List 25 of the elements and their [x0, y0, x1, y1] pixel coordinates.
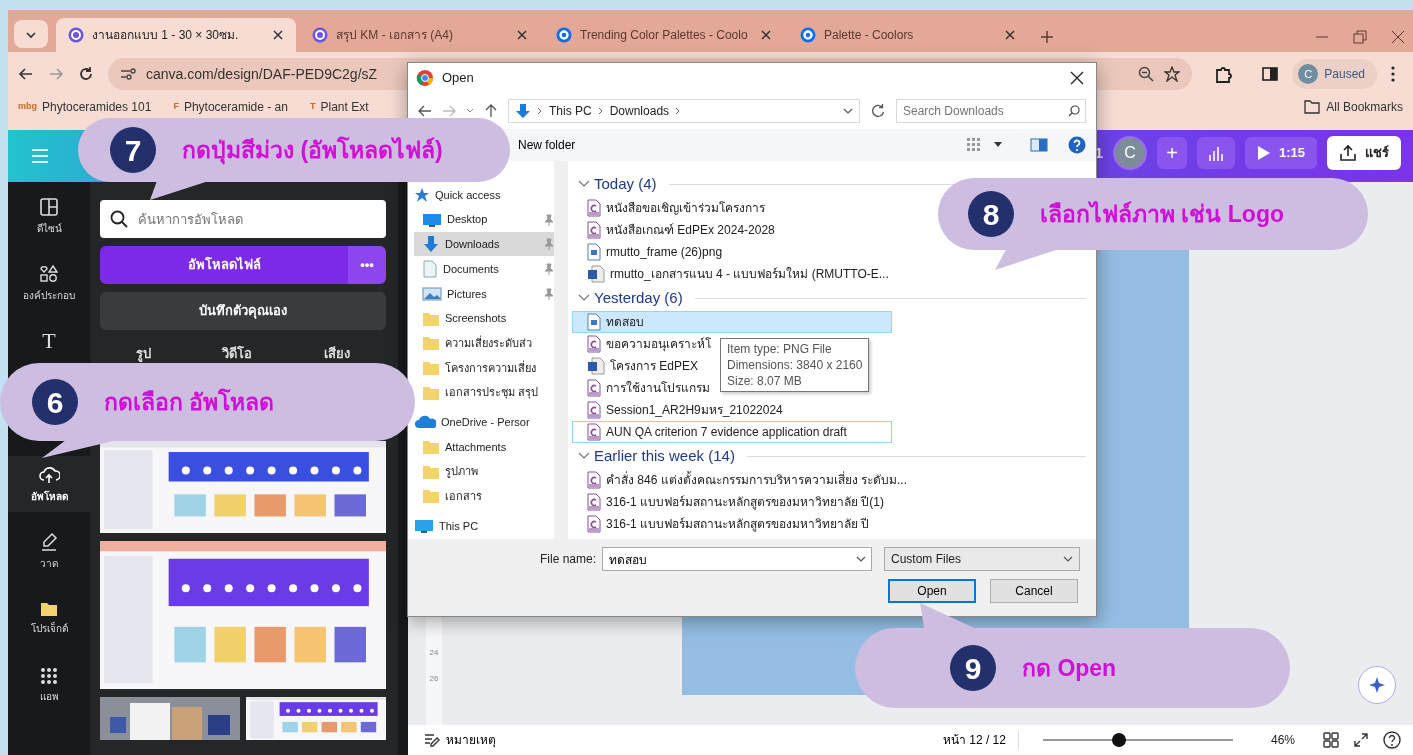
callout-text: เลือกไฟล์ภาพ เช่น Logo	[1040, 199, 1284, 229]
tooltip-line: Size: 8.07 MB	[727, 373, 803, 389]
profile-status: Paused	[1324, 66, 1365, 83]
tooltip-line: Item type: PNG File	[727, 341, 833, 357]
step-number: 7	[110, 127, 156, 173]
step-number: 6	[32, 379, 78, 425]
field-label: File name:	[539, 551, 596, 568]
callout-text: กดเลือก อัพโหลด	[104, 387, 275, 417]
zoom-percentage: 46%	[1270, 732, 1295, 749]
step-number: 8	[968, 191, 1014, 237]
ruler-label: 24	[429, 647, 439, 659]
callout-text: กดปุ่มสีม่วง (อัพโหลดไฟล์)	[182, 135, 443, 167]
bookmark-favicon: mbg	[18, 100, 37, 114]
tooltip-line: Dimensions: 3840 x 2160	[727, 357, 863, 373]
avatar: C	[1298, 64, 1319, 84]
callout-text: กด Open	[1022, 653, 1117, 683]
step-number: 9	[950, 645, 996, 691]
avatar: C	[1112, 136, 1147, 170]
group-header: Earlier this week (14)	[594, 445, 735, 466]
bookmark-favicon: T	[309, 100, 316, 114]
dialog-title: Open	[442, 69, 475, 88]
group-header: Today (4)	[594, 173, 657, 194]
ruler-label: 26	[429, 673, 439, 685]
bookmark-favicon: F	[173, 100, 179, 114]
group-header: Yesterday (6)	[594, 287, 683, 308]
